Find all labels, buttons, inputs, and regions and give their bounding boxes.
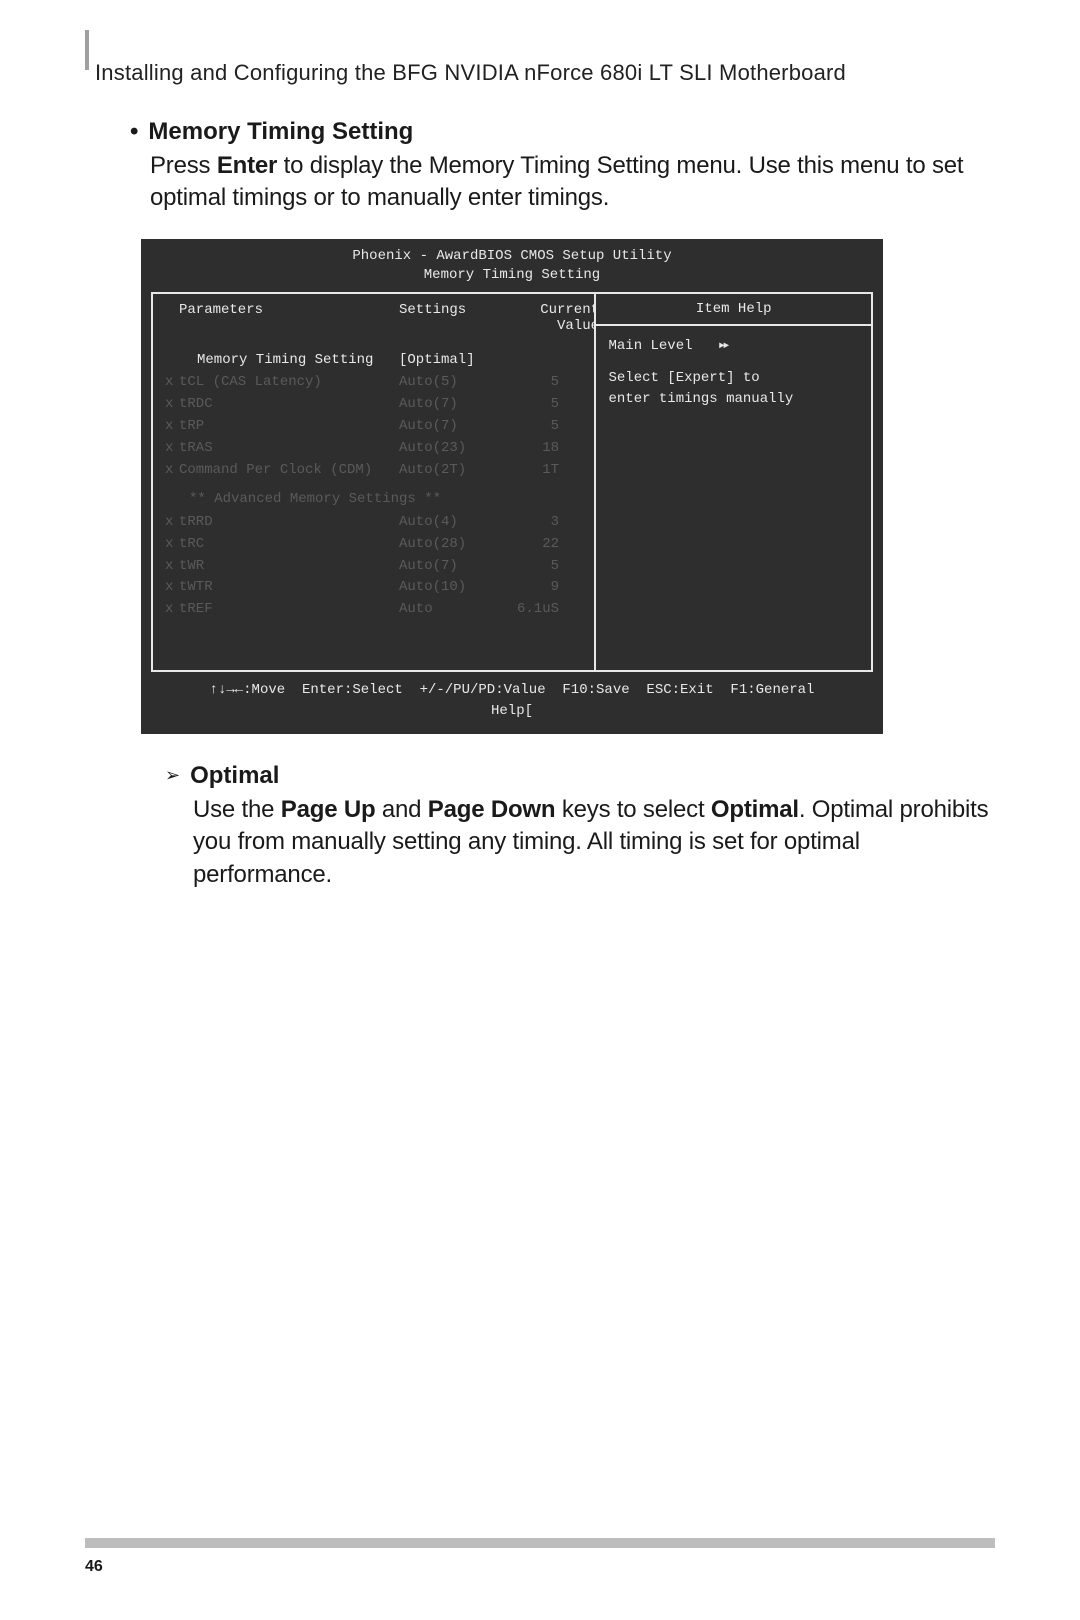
footer-keys: Help[ <box>491 703 533 719</box>
bios-row: xtWTRAuto(10)9 <box>161 577 586 599</box>
row-prefix: x <box>165 417 179 436</box>
row-prefix: x <box>165 461 179 480</box>
row-setting: Auto(28) <box>399 535 489 554</box>
text: Use the <box>193 796 281 823</box>
col-current: Current Value <box>509 302 596 334</box>
bios-row: Memory Timing Setting[Optimal] <box>161 350 586 372</box>
key-enter: Enter <box>217 152 277 179</box>
bios-screenshot: Phoenix - AwardBIOS CMOS Setup Utility M… <box>141 239 883 734</box>
row-param: tWR <box>179 557 399 576</box>
bios-row: xtRASAuto(23)18 <box>161 438 586 460</box>
row-current: 9 <box>489 578 559 597</box>
row-current: 5 <box>489 395 559 414</box>
section-memory-timing: • Memory Timing Setting Press Enter to d… <box>130 118 995 215</box>
optimal-label: Optimal <box>711 796 799 823</box>
bios-row: xtCL (CAS Latency)Auto(5)5 <box>161 372 586 394</box>
key-pagedown: Page Down <box>428 796 556 823</box>
subsection-title: Optimal <box>190 762 279 790</box>
row-prefix <box>165 351 179 370</box>
row-current: 5 <box>489 373 559 392</box>
footer-rule <box>85 1538 995 1548</box>
row-prefix: x <box>165 557 179 576</box>
text: keys to select <box>555 796 711 823</box>
row-prefix: x <box>165 600 179 619</box>
row-setting: Auto(23) <box>399 439 489 458</box>
bios-row: xtRPAuto(7)5 <box>161 416 586 438</box>
row-param: tRRD <box>179 513 399 532</box>
row-param: tCL (CAS Latency) <box>179 373 399 392</box>
row-setting: Auto(4) <box>399 513 489 532</box>
page-number: 46 <box>85 1558 103 1576</box>
row-param: tRP <box>179 417 399 436</box>
footer-keys: ↑↓→←:Move Enter:Select +/-/PU/PD:Value F… <box>210 682 815 698</box>
bios-title: Phoenix - AwardBIOS CMOS Setup Utility M… <box>151 247 873 286</box>
row-current: 3 <box>489 513 559 532</box>
row-param: Command Per Clock (CDM) <box>179 461 399 480</box>
bios-row: xtRDCAuto(7)5 <box>161 394 586 416</box>
row-setting: Auto(7) <box>399 395 489 414</box>
bullet-icon: • <box>130 120 138 144</box>
bios-frame: Parameters Settings Current Value Memory… <box>151 292 873 672</box>
bios-right-pane: Item Help Main Level ▸▸ Select [Expert] … <box>596 294 871 670</box>
row-param: Memory Timing Setting <box>179 351 399 370</box>
row-param: tRDC <box>179 395 399 414</box>
row-prefix: x <box>165 513 179 532</box>
row-prefix: x <box>165 578 179 597</box>
bios-title-line2: Memory Timing Setting <box>424 267 600 283</box>
bios-row: xtWRAuto(7)5 <box>161 555 586 577</box>
advanced-header: ** Advanced Memory Settings ** <box>161 481 586 511</box>
row-setting: [Optimal] <box>399 351 489 370</box>
row-setting: Auto(10) <box>399 578 489 597</box>
main-level-label: Main Level <box>608 338 692 354</box>
bios-title-line1: Phoenix - AwardBIOS CMOS Setup Utility <box>352 248 671 264</box>
row-setting: Auto(7) <box>399 557 489 576</box>
bios-footer: ↑↓→←:Move Enter:Select +/-/PU/PD:Value F… <box>151 680 873 722</box>
row-current: 1T <box>489 461 559 480</box>
row-current <box>489 351 559 370</box>
subsection-body: Use the Page Up and Page Down keys to se… <box>193 794 995 891</box>
row-current: 22 <box>489 535 559 554</box>
row-setting: Auto(5) <box>399 373 489 392</box>
bios-row: xCommand Per Clock (CDM)Auto(2T)1T <box>161 459 586 481</box>
row-prefix: x <box>165 373 179 392</box>
key-pageup: Page Up <box>281 796 376 823</box>
col-settings: Settings <box>399 302 509 334</box>
row-setting: Auto(7) <box>399 417 489 436</box>
bios-row: xtREFAuto6.1uS <box>161 599 586 621</box>
row-current: 6.1uS <box>489 600 559 619</box>
row-setting: Auto(2T) <box>399 461 489 480</box>
bios-column-headers: Parameters Settings Current Value <box>161 302 586 340</box>
row-prefix: x <box>165 535 179 554</box>
page-header: Installing and Configuring the BFG NVIDI… <box>95 60 995 86</box>
row-current: 5 <box>489 557 559 576</box>
row-param: tREF <box>179 600 399 619</box>
item-help-body: Main Level ▸▸ Select [Expert] to enter t… <box>596 326 871 421</box>
help-text: Select [Expert] to <box>608 368 859 390</box>
arrow-icon: ➢ <box>165 766 180 784</box>
header-accent <box>85 30 89 70</box>
text: and <box>375 796 427 823</box>
bios-left-pane: Parameters Settings Current Value Memory… <box>153 294 596 670</box>
text: Press <box>150 152 217 179</box>
row-param: tWTR <box>179 578 399 597</box>
bios-row: xtRRDAuto(4)3 <box>161 511 586 533</box>
row-current: 18 <box>489 439 559 458</box>
section-title: Memory Timing Setting <box>148 118 413 146</box>
row-param: tRAS <box>179 439 399 458</box>
row-param: tRC <box>179 535 399 554</box>
row-current: 5 <box>489 417 559 436</box>
row-setting: Auto <box>399 600 489 619</box>
section-body: Press Enter to display the Memory Timing… <box>150 150 995 215</box>
item-help-header: Item Help <box>596 294 871 326</box>
help-text: enter timings manually <box>608 389 859 411</box>
row-prefix: x <box>165 395 179 414</box>
bios-row: xtRCAuto(28)22 <box>161 533 586 555</box>
chevron-right-icon: ▸▸ <box>718 338 727 354</box>
row-prefix: x <box>165 439 179 458</box>
col-parameters: Parameters <box>179 302 399 334</box>
subsection-optimal: ➢ Optimal Use the Page Up and Page Down … <box>165 762 995 891</box>
